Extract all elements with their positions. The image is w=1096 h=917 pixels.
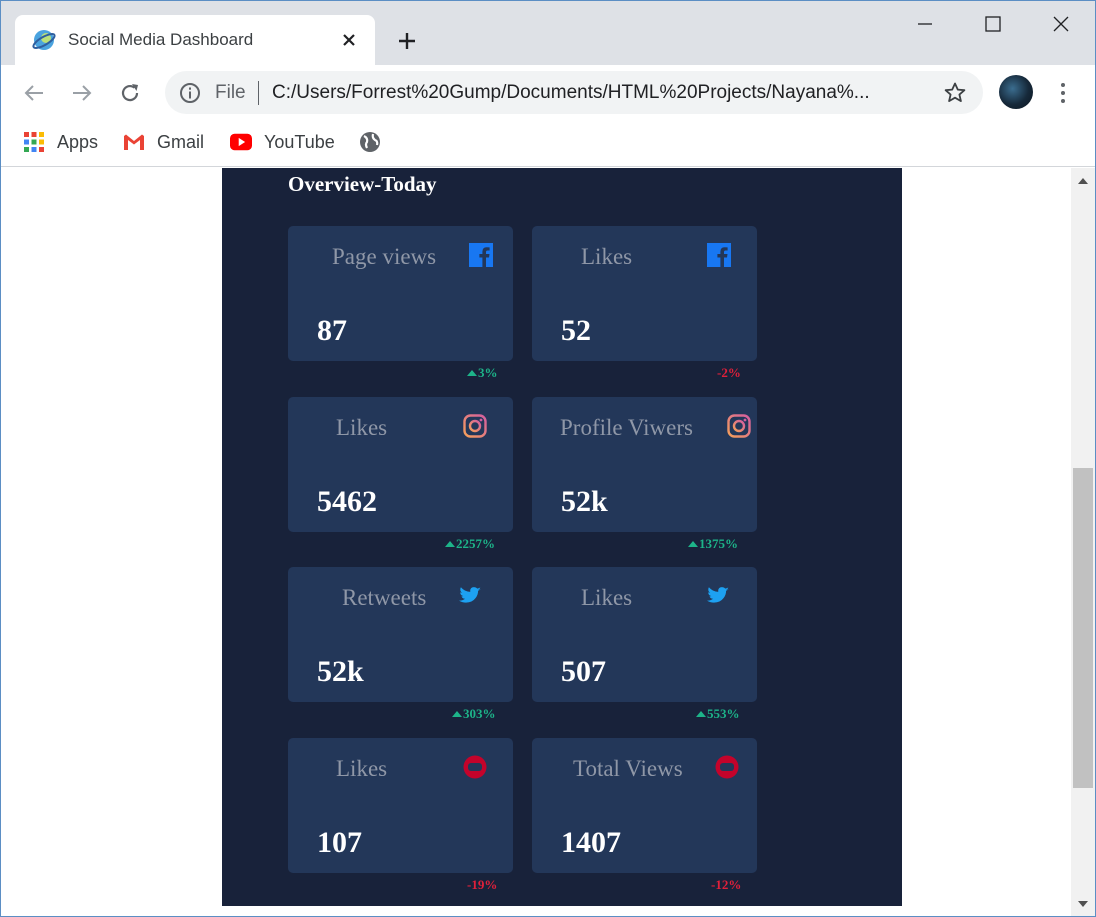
youtube-icon bbox=[715, 755, 739, 779]
card-value: 52k bbox=[561, 485, 608, 518]
url-text[interactable]: C:/Users/Forrest%20Gump/Documents/HTML%2… bbox=[272, 82, 932, 104]
bookmark-star-icon[interactable] bbox=[943, 81, 967, 105]
card-label: Likes bbox=[336, 756, 388, 781]
scheme-label: File bbox=[215, 82, 246, 103]
section-title: Overview-Today bbox=[288, 172, 437, 196]
change-value: 1375% bbox=[699, 536, 738, 551]
bookmarks-bar: Apps Gmail YouTube bbox=[1, 119, 1095, 167]
change-indicator-down: -2% bbox=[717, 365, 741, 381]
forward-button[interactable] bbox=[67, 78, 97, 108]
reload-button[interactable] bbox=[115, 78, 145, 108]
scroll-thumb[interactable] bbox=[1073, 468, 1093, 788]
apps-grid-icon bbox=[23, 131, 45, 153]
twitter-icon bbox=[459, 587, 481, 603]
card-label: Profile Viwers bbox=[560, 415, 693, 440]
stat-card-instagram-profile-viewers[interactable]: Profile Viwers 52k bbox=[532, 397, 757, 532]
card-label: Retweets bbox=[342, 585, 427, 610]
bookmark-apps[interactable]: Apps bbox=[23, 129, 98, 155]
card-label: Total Views bbox=[573, 756, 683, 781]
dashboard-panel: Overview-Today Page views 87 3% Likes 52… bbox=[222, 168, 902, 906]
tab-close-icon[interactable] bbox=[337, 28, 361, 52]
facebook-icon bbox=[707, 243, 731, 267]
card-value: 87 bbox=[317, 314, 347, 347]
scroll-up-arrow-icon[interactable] bbox=[1078, 178, 1088, 184]
reload-icon bbox=[121, 84, 139, 102]
bookmark-gmail[interactable]: Gmail bbox=[123, 129, 204, 155]
tab-title: Social Media Dashboard bbox=[68, 30, 254, 49]
card-value: 5462 bbox=[317, 485, 377, 518]
change-value: -2% bbox=[717, 365, 741, 380]
tab-strip: Social Media Dashboard bbox=[1, 1, 1095, 65]
instagram-icon bbox=[463, 414, 487, 438]
youtube-icon bbox=[230, 131, 252, 153]
instagram-icon bbox=[727, 414, 751, 438]
arrow-right-icon bbox=[73, 85, 92, 101]
bookmark-label: Gmail bbox=[157, 131, 205, 152]
back-button[interactable] bbox=[19, 78, 49, 108]
change-value: 2257% bbox=[456, 536, 495, 551]
omnibox-divider bbox=[258, 81, 259, 105]
card-label: Likes bbox=[581, 585, 633, 610]
gmail-icon bbox=[123, 131, 145, 153]
twitter-icon bbox=[707, 587, 729, 603]
profile-avatar[interactable] bbox=[999, 75, 1033, 109]
facebook-icon bbox=[469, 243, 493, 267]
maximize-button[interactable] bbox=[959, 1, 1027, 47]
bookmark-globe[interactable] bbox=[359, 129, 393, 155]
bookmark-label: Apps bbox=[57, 131, 99, 152]
card-label: Likes bbox=[336, 415, 388, 440]
triangle-up-icon bbox=[452, 711, 462, 717]
vertical-scrollbar[interactable] bbox=[1071, 168, 1095, 916]
stat-card-instagram-likes[interactable]: Likes 5462 bbox=[288, 397, 513, 532]
globe-icon bbox=[359, 131, 381, 153]
card-value: 107 bbox=[317, 826, 362, 859]
page-viewport: Overview-Today Page views 87 3% Likes 52… bbox=[1, 168, 1071, 916]
change-value: -19% bbox=[467, 877, 498, 892]
edge-favicon-icon bbox=[32, 30, 56, 50]
change-indicator-up: 553% bbox=[696, 706, 740, 722]
triangle-up-icon bbox=[467, 370, 477, 376]
change-indicator-up: 2257% bbox=[445, 536, 495, 552]
triangle-up-icon bbox=[445, 541, 455, 547]
stat-card-twitter-retweets[interactable]: Retweets 52k bbox=[288, 567, 513, 702]
change-value: 3% bbox=[478, 365, 498, 380]
change-indicator-down: -19% bbox=[467, 877, 497, 893]
address-bar[interactable]: File C:/Users/Forrest%20Gump/Documents/H… bbox=[165, 71, 983, 114]
scroll-down-arrow-icon[interactable] bbox=[1078, 901, 1088, 907]
triangle-up-icon bbox=[688, 541, 698, 547]
change-indicator-up: 303% bbox=[452, 706, 496, 722]
arrow-left-icon bbox=[24, 85, 43, 101]
stat-card-youtube-total-views[interactable]: Total Views 1407 bbox=[532, 738, 757, 873]
change-value: 303% bbox=[463, 706, 496, 721]
change-value: 553% bbox=[707, 706, 740, 721]
menu-kebab-icon[interactable] bbox=[1053, 79, 1073, 107]
card-label: Likes bbox=[581, 244, 633, 269]
bookmark-label: YouTube bbox=[264, 131, 335, 152]
stat-card-facebook-page-views[interactable]: Page views 87 bbox=[288, 226, 513, 361]
change-value: -12% bbox=[711, 877, 742, 892]
triangle-up-icon bbox=[696, 711, 706, 717]
tab-social-media-dashboard[interactable]: Social Media Dashboard bbox=[15, 15, 375, 65]
info-icon[interactable] bbox=[179, 82, 201, 104]
toolbar: File C:/Users/Forrest%20Gump/Documents/H… bbox=[1, 65, 1095, 119]
change-indicator-up: 1375% bbox=[688, 536, 738, 552]
youtube-icon bbox=[463, 755, 487, 779]
stat-card-twitter-likes[interactable]: Likes 507 bbox=[532, 567, 757, 702]
stat-card-facebook-likes[interactable]: Likes 52 bbox=[532, 226, 757, 361]
stat-card-youtube-likes[interactable]: Likes 107 bbox=[288, 738, 513, 873]
change-indicator-down: -12% bbox=[711, 877, 741, 893]
card-value: 1407 bbox=[561, 826, 621, 859]
card-value: 52 bbox=[561, 314, 591, 347]
card-value: 52k bbox=[317, 655, 364, 688]
card-value: 507 bbox=[561, 655, 606, 688]
bookmark-youtube[interactable]: YouTube bbox=[230, 129, 335, 155]
card-label: Page views bbox=[332, 244, 437, 269]
change-indicator-up: 3% bbox=[467, 365, 498, 381]
minimize-button[interactable] bbox=[891, 1, 959, 47]
new-tab-button[interactable] bbox=[393, 27, 421, 55]
close-window-button[interactable] bbox=[1027, 1, 1095, 47]
browser-window: Social Media Dashboard File C:/Users/For… bbox=[0, 0, 1096, 917]
